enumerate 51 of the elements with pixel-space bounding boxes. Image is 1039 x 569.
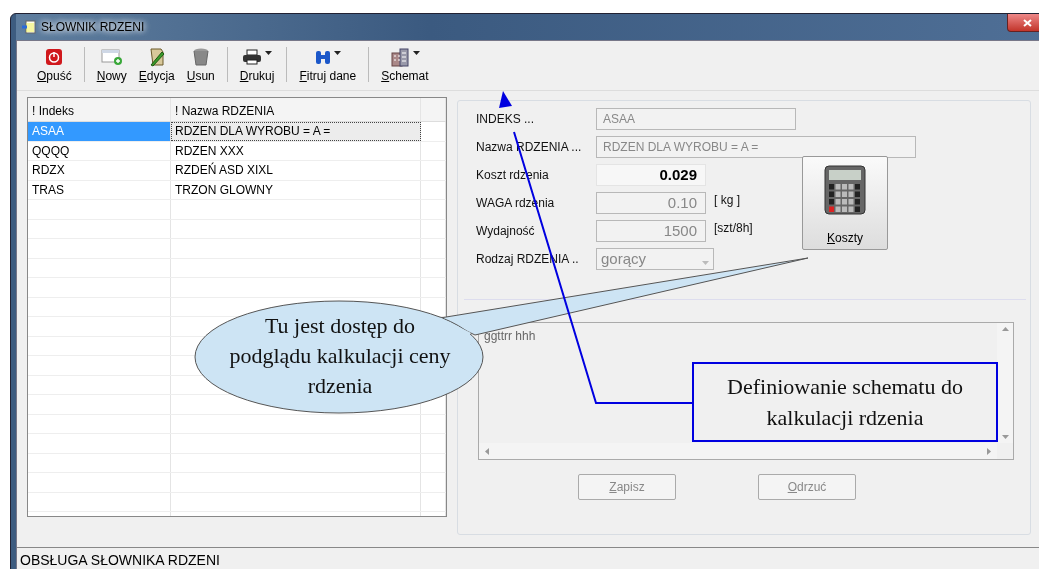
vertical-scrollbar[interactable] xyxy=(997,323,1013,443)
scroll-left-icon xyxy=(485,447,489,455)
table-row[interactable]: RDZX RZDEŃ ASD XIXL xyxy=(28,161,446,181)
field-label: INDEKS ... xyxy=(476,112,535,126)
toolbar-button[interactable]: Usun xyxy=(180,47,221,83)
caret-icon xyxy=(412,51,420,55)
horizontal-scrollbar[interactable] xyxy=(479,443,997,459)
table-cell: RDZX xyxy=(28,161,171,180)
unit-label: [szt/8h] xyxy=(713,220,754,235)
table-cell: TRAS xyxy=(28,180,171,199)
caret-icon xyxy=(333,51,341,55)
scroll-right-icon xyxy=(987,447,991,455)
table-cell: RDZEN DLA WYROBU = A = xyxy=(171,122,421,141)
toolbar-button[interactable]: Schemat xyxy=(375,47,435,83)
building-icon xyxy=(389,47,410,67)
toolbar-button[interactable]: Nowy xyxy=(90,47,133,83)
toolbar-button[interactable]: Fitruj dane xyxy=(293,47,363,83)
binoculars-icon xyxy=(314,49,331,65)
table-row[interactable]: QQQQ RDZEN XXX xyxy=(28,141,446,161)
callout-text: Tu jest dostęp do podglądu kalkulacji ceny rdzenia xyxy=(228,312,452,400)
cost-readout: 0.029 xyxy=(596,164,706,186)
column-header[interactable]: ! Nazwa RDZENIA xyxy=(171,98,421,121)
scroll-down-icon xyxy=(1001,435,1009,439)
scroll-up-icon xyxy=(1001,327,1009,331)
toolbar-button[interactable]: Edycja xyxy=(132,47,181,83)
annotation-box: Definiowanie schematu do kalkulacji rdzenia xyxy=(692,362,998,442)
table-cell: RZDEŃ ASD XIXL xyxy=(171,161,421,180)
table-cell: TRZON GLOWNY xyxy=(171,180,421,199)
table-cell: ASAA xyxy=(28,122,171,141)
caret-icon xyxy=(702,261,709,265)
costs-button[interactable]: Koszty xyxy=(802,156,888,250)
printer-icon xyxy=(242,49,263,65)
status-text: OBSŁUGA SŁOWNIKA RDZENI xyxy=(20,552,220,568)
app-icon xyxy=(22,20,36,34)
table-cell: QQQQ xyxy=(28,141,171,160)
power-icon xyxy=(45,48,64,66)
close-icon xyxy=(1022,18,1032,27)
unit-label: [ kg ] xyxy=(713,192,741,207)
table-cell: RDZEN XXX xyxy=(171,141,421,160)
table-row[interactable]: ASAA RDZEN DLA WYROBU = A = xyxy=(28,122,446,142)
column-header[interactable]: ! Indeks xyxy=(28,98,171,121)
table-row[interactable]: TRAS TRZON GLOWNY xyxy=(28,180,446,200)
new-window-icon xyxy=(100,48,123,66)
toolbar-button[interactable]: Drukuj xyxy=(233,47,281,83)
window-title: SŁOWNIK RDZENI xyxy=(41,20,145,34)
toolbar-button[interactable]: Opuść xyxy=(31,47,78,83)
trash-icon xyxy=(191,47,210,67)
close-button[interactable] xyxy=(1007,14,1039,32)
calculator-icon xyxy=(824,165,866,215)
caret-icon xyxy=(265,51,273,55)
field-label: Wydajność xyxy=(476,224,536,238)
